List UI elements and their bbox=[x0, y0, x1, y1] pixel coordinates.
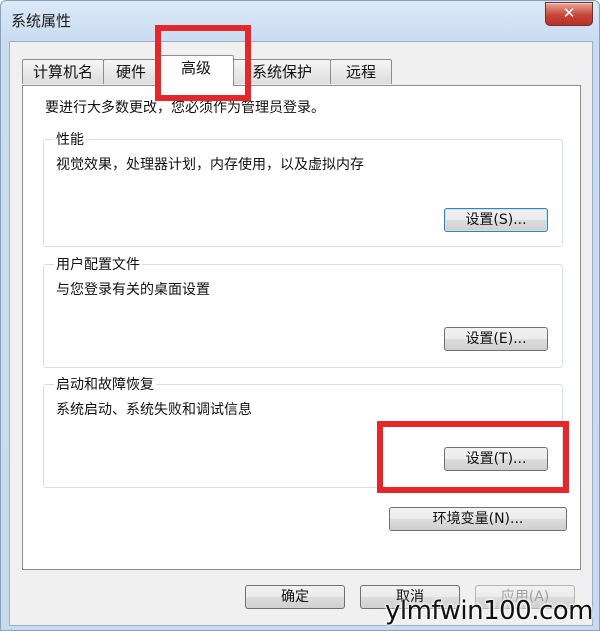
tab-hardware[interactable]: 硬件 bbox=[103, 59, 159, 84]
close-button[interactable]: ✕ bbox=[545, 2, 593, 26]
startup-recovery-description: 系统启动、系统失败和调试信息 bbox=[56, 402, 252, 418]
window-title: 系统属性 bbox=[11, 12, 72, 30]
tab-remote[interactable]: 远程 bbox=[330, 59, 392, 84]
admin-notice: 要进行大多数更改，您必须作为管理员登录。 bbox=[45, 100, 325, 116]
startup-recovery-group: 启动和故障恢复 系统启动、系统失败和调试信息 设置(T)... bbox=[43, 374, 563, 488]
dialog-client-area: 计算机名 硬件 高级 系统保护 远程 要进行大多数更改，您必须作为管理员登录。 … bbox=[9, 41, 593, 626]
tab-computer-name[interactable]: 计算机名 bbox=[22, 59, 104, 84]
performance-title: 性能 bbox=[54, 129, 86, 149]
performance-description: 视觉效果，处理器计划，内存使用，以及虚拟内存 bbox=[56, 157, 364, 173]
tab-strip: 计算机名 硬件 高级 系统保护 远程 bbox=[22, 55, 582, 86]
user-profiles-settings-button[interactable]: 设置(E)... bbox=[444, 327, 548, 351]
startup-recovery-settings-button[interactable]: 设置(T)... bbox=[444, 447, 548, 471]
tab-system-protection[interactable]: 系统保护 bbox=[233, 59, 331, 84]
environment-variables-button[interactable]: 环境变量(N)... bbox=[389, 507, 567, 531]
user-profiles-description: 与您登录有关的桌面设置 bbox=[56, 282, 210, 298]
user-profiles-title: 用户配置文件 bbox=[54, 254, 142, 274]
system-properties-window: 系统属性 ✕ 计算机名 硬件 高级 系统保护 远程 要进行大多数更改，您必须作为… bbox=[0, 0, 600, 631]
title-bar[interactable]: 系统属性 ✕ bbox=[1, 1, 599, 41]
performance-settings-button[interactable]: 设置(S)... bbox=[444, 208, 548, 232]
user-profiles-group: 用户配置文件 与您登录有关的桌面设置 设置(E)... bbox=[43, 254, 563, 368]
ok-button[interactable]: 确定 bbox=[245, 585, 345, 609]
performance-group: 性能 视觉效果，处理器计划，内存使用，以及虚拟内存 设置(S)... bbox=[43, 129, 563, 247]
site-watermark: ylmfwin100.com bbox=[384, 596, 594, 626]
close-icon: ✕ bbox=[562, 4, 576, 22]
startup-recovery-title: 启动和故障恢复 bbox=[54, 374, 156, 394]
advanced-tab-panel: 要进行大多数更改，您必须作为管理员登录。 性能 视觉效果，处理器计划，内存使用，… bbox=[22, 85, 581, 570]
tab-advanced[interactable]: 高级 bbox=[158, 55, 234, 86]
